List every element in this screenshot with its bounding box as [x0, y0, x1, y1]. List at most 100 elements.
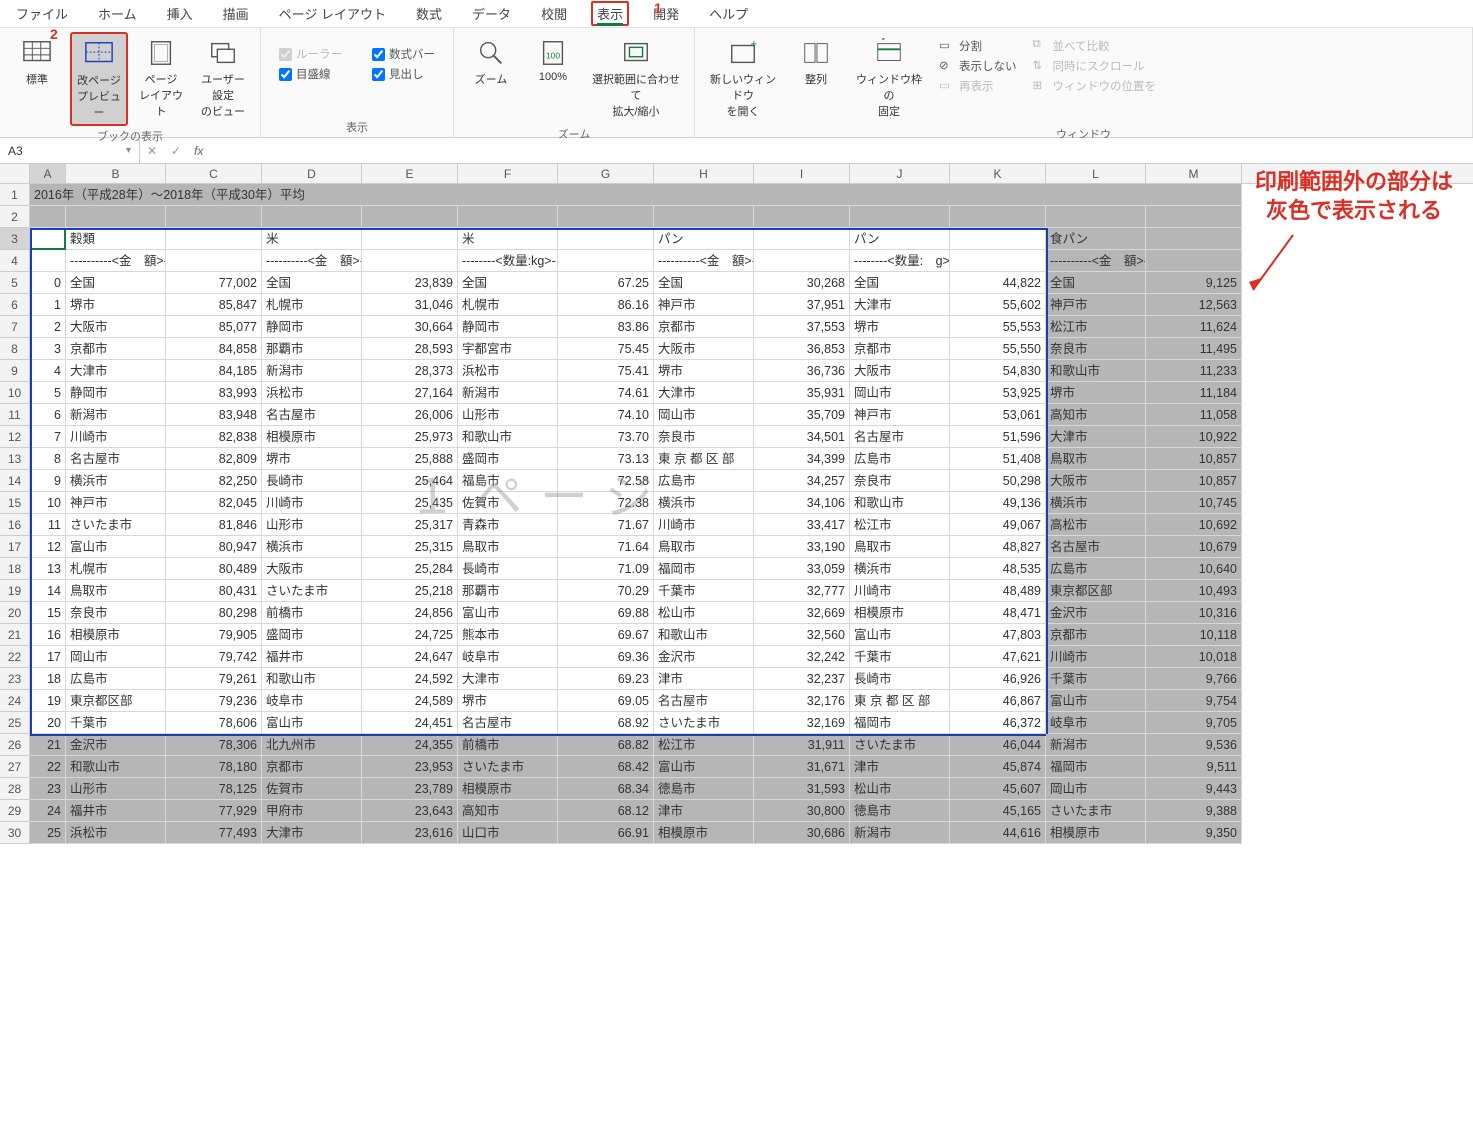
- cell-E2[interactable]: [362, 206, 458, 228]
- cell-E12[interactable]: 25,973: [362, 426, 458, 448]
- cell-L11[interactable]: 高知市: [1046, 404, 1146, 426]
- cell-J16[interactable]: 松江市: [850, 514, 950, 536]
- cell-L25[interactable]: 岐阜市: [1046, 712, 1146, 734]
- cell-C28[interactable]: 78,125: [166, 778, 262, 800]
- cell-H3[interactable]: パン: [654, 228, 754, 250]
- cell-G22[interactable]: 69.36: [558, 646, 654, 668]
- cell-F30[interactable]: 山口市: [458, 822, 558, 844]
- cell-J21[interactable]: 富山市: [850, 624, 950, 646]
- cell-C6[interactable]: 85,847: [166, 294, 262, 316]
- cell-K9[interactable]: 54,830: [950, 360, 1046, 382]
- cell-B18[interactable]: 札幌市: [66, 558, 166, 580]
- cell-F21[interactable]: 熊本市: [458, 624, 558, 646]
- cell-C5[interactable]: 77,002: [166, 272, 262, 294]
- cell-M6[interactable]: 12,563: [1146, 294, 1242, 316]
- cell-D24[interactable]: 岐阜市: [262, 690, 362, 712]
- cell-A4[interactable]: [30, 250, 66, 272]
- cell-L26[interactable]: 新潟市: [1046, 734, 1146, 756]
- menu-挿入[interactable]: 挿入: [161, 1, 199, 26]
- menu-ホーム[interactable]: ホーム: [92, 1, 143, 26]
- cell-G12[interactable]: 73.70: [558, 426, 654, 448]
- cell-K22[interactable]: 47,621: [950, 646, 1046, 668]
- cell-K7[interactable]: 55,553: [950, 316, 1046, 338]
- cell-H28[interactable]: 徳島市: [654, 778, 754, 800]
- cell-A14[interactable]: 9: [30, 470, 66, 492]
- cell-H11[interactable]: 岡山市: [654, 404, 754, 426]
- cell-L8[interactable]: 奈良市: [1046, 338, 1146, 360]
- cell-J4[interactable]: --------<数量: g>-: [850, 250, 950, 272]
- cell-C2[interactable]: [166, 206, 262, 228]
- cell-K30[interactable]: 44,616: [950, 822, 1046, 844]
- cell-B13[interactable]: 名古屋市: [66, 448, 166, 470]
- cell-L28[interactable]: 岡山市: [1046, 778, 1146, 800]
- cell-H18[interactable]: 福岡市: [654, 558, 754, 580]
- cell-A6[interactable]: 1: [30, 294, 66, 316]
- cell-I25[interactable]: 32,169: [754, 712, 850, 734]
- row-header-19[interactable]: 19: [0, 580, 30, 602]
- col-header-J[interactable]: J: [850, 164, 950, 183]
- cell-A3[interactable]: [30, 228, 66, 250]
- cell-G5[interactable]: 67.25: [558, 272, 654, 294]
- row-header-30[interactable]: 30: [0, 822, 30, 844]
- cell-F18[interactable]: 長崎市: [458, 558, 558, 580]
- name-box-dropdown-icon[interactable]: ▾: [126, 145, 131, 156]
- cell-H23[interactable]: 津市: [654, 668, 754, 690]
- cell-L12[interactable]: 大津市: [1046, 426, 1146, 448]
- cell-G27[interactable]: 68.42: [558, 756, 654, 778]
- cell-J9[interactable]: 大阪市: [850, 360, 950, 382]
- cell-C26[interactable]: 78,306: [166, 734, 262, 756]
- row-header-28[interactable]: 28: [0, 778, 30, 800]
- cell-E22[interactable]: 24,647: [362, 646, 458, 668]
- freeze-panes-button[interactable]: * ウィンドウ枠の 固定: [849, 32, 929, 124]
- cell-A11[interactable]: 6: [30, 404, 66, 426]
- row-header-9[interactable]: 9: [0, 360, 30, 382]
- cell-C16[interactable]: 81,846: [166, 514, 262, 536]
- cell-M26[interactable]: 9,536: [1146, 734, 1242, 756]
- cell-M10[interactable]: 11,184: [1146, 382, 1242, 404]
- cell-G11[interactable]: 74.10: [558, 404, 654, 426]
- cell-B9[interactable]: 大津市: [66, 360, 166, 382]
- cell-B12[interactable]: 川崎市: [66, 426, 166, 448]
- cell-D11[interactable]: 名古屋市: [262, 404, 362, 426]
- cell-G19[interactable]: 70.29: [558, 580, 654, 602]
- cell-F20[interactable]: 富山市: [458, 602, 558, 624]
- menu-データ[interactable]: データ: [466, 1, 517, 26]
- cell-E6[interactable]: 31,046: [362, 294, 458, 316]
- cell-J24[interactable]: 東 京 都 区 部: [850, 690, 950, 712]
- cell-I28[interactable]: 31,593: [754, 778, 850, 800]
- cell-J30[interactable]: 新潟市: [850, 822, 950, 844]
- cell-C20[interactable]: 80,298: [166, 602, 262, 624]
- cell-L18[interactable]: 広島市: [1046, 558, 1146, 580]
- menu-ページ レイアウト[interactable]: ページ レイアウト: [273, 1, 392, 26]
- hide-button[interactable]: ⊘表示しない: [939, 58, 1017, 74]
- cell-L23[interactable]: 千葉市: [1046, 668, 1146, 690]
- cell-E27[interactable]: 23,953: [362, 756, 458, 778]
- cell-J14[interactable]: 奈良市: [850, 470, 950, 492]
- cell-D10[interactable]: 浜松市: [262, 382, 362, 404]
- cell-K20[interactable]: 48,471: [950, 602, 1046, 624]
- cell-F11[interactable]: 山形市: [458, 404, 558, 426]
- cell-L10[interactable]: 堺市: [1046, 382, 1146, 404]
- cell-L17[interactable]: 名古屋市: [1046, 536, 1146, 558]
- name-box[interactable]: A3 ▾: [0, 138, 140, 163]
- cell-K17[interactable]: 48,827: [950, 536, 1046, 558]
- zoom-selection-button[interactable]: 選択範囲に合わせて 拡大/縮小: [586, 32, 686, 124]
- cell-I15[interactable]: 34,106: [754, 492, 850, 514]
- menu-ファイル[interactable]: ファイル: [10, 1, 74, 26]
- cell-H22[interactable]: 金沢市: [654, 646, 754, 668]
- cell-M25[interactable]: 9,705: [1146, 712, 1242, 734]
- cell-E11[interactable]: 26,006: [362, 404, 458, 426]
- cell-G18[interactable]: 71.09: [558, 558, 654, 580]
- cell-C13[interactable]: 82,809: [166, 448, 262, 470]
- select-all-corner[interactable]: [0, 164, 30, 183]
- cell-D15[interactable]: 川崎市: [262, 492, 362, 514]
- fx-icon[interactable]: fx: [188, 144, 209, 158]
- cell-B17[interactable]: 富山市: [66, 536, 166, 558]
- cell-M4[interactable]: [1146, 250, 1242, 272]
- cell-D6[interactable]: 札幌市: [262, 294, 362, 316]
- row-header-4[interactable]: 4: [0, 250, 30, 272]
- cell-C25[interactable]: 78,606: [166, 712, 262, 734]
- cell-C23[interactable]: 79,261: [166, 668, 262, 690]
- cell-E3[interactable]: [362, 228, 458, 250]
- cell-B30[interactable]: 浜松市: [66, 822, 166, 844]
